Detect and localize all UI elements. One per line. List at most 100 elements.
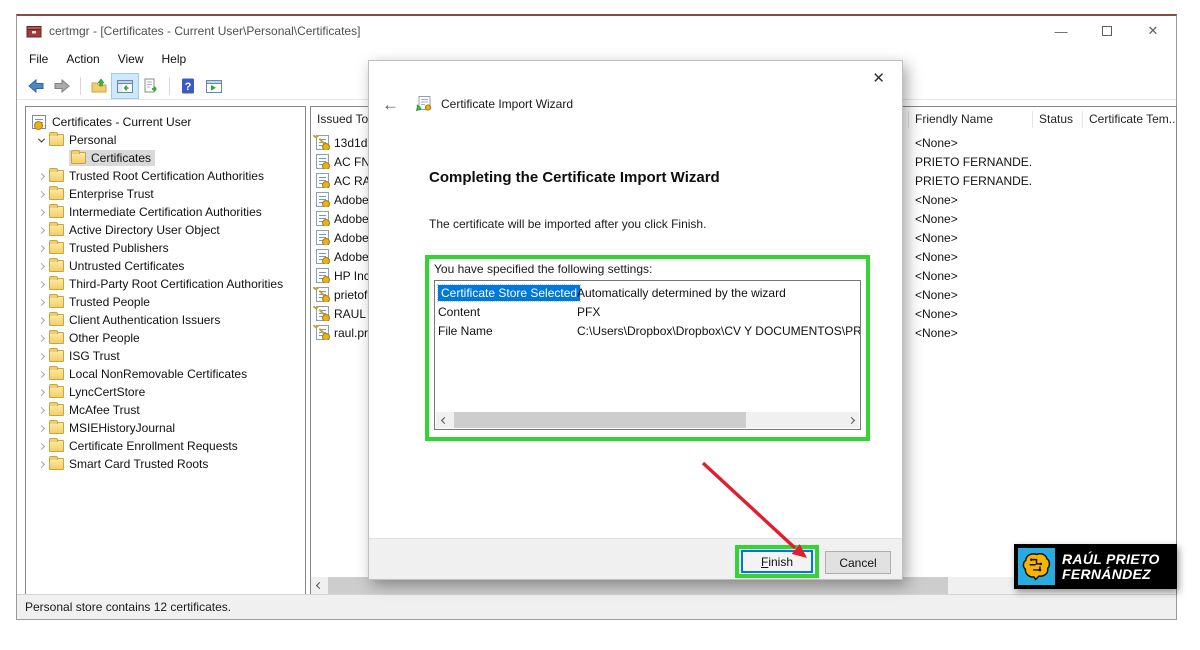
- tree-item-client-auth-issuers[interactable]: Client Authentication Issuers: [26, 311, 305, 329]
- chevron-collapsed-icon[interactable]: [33, 258, 49, 274]
- menu-action[interactable]: Action: [66, 48, 109, 70]
- finish-button[interactable]: Finish: [741, 550, 813, 573]
- certificate-icon: [316, 249, 329, 264]
- tree-item-third-party-root[interactable]: Third-Party Root Certification Authoriti…: [26, 275, 305, 293]
- export-list-icon[interactable]: [138, 74, 164, 98]
- chevron-collapsed-icon[interactable]: [33, 348, 49, 364]
- certificate-icon: [316, 192, 329, 207]
- show-console-tree-icon[interactable]: [112, 74, 138, 98]
- wizard-back-arrow-icon[interactable]: ←: [382, 96, 399, 113]
- maximize-button[interactable]: [1084, 16, 1130, 46]
- tree-item-other-people[interactable]: Other People: [26, 329, 305, 347]
- wizard-heading: Completing the Certificate Import Wizard: [429, 169, 720, 186]
- tree-item-msiehistoryjournal[interactable]: MSIEHistoryJournal: [26, 419, 305, 437]
- settings-horizontal-scrollbar[interactable]: [436, 412, 859, 428]
- chevron-collapsed-icon[interactable]: [33, 438, 49, 454]
- certificate-key-icon: [316, 325, 329, 340]
- dialog-close-icon[interactable]: ✕: [869, 68, 888, 89]
- settings-label: You have specified the following setting…: [434, 262, 652, 276]
- tree-item-certificates[interactable]: Certificates: [26, 149, 305, 167]
- chevron-collapsed-icon[interactable]: [33, 204, 49, 220]
- folder-icon: [49, 296, 64, 308]
- tree-item-personal[interactable]: Personal: [26, 131, 305, 149]
- column-header-certificate-template[interactable]: Certificate Tem...: [1083, 111, 1176, 128]
- folder-icon: [49, 368, 64, 380]
- tree-item-cert-enrollment-requests[interactable]: Certificate Enrollment Requests: [26, 437, 305, 455]
- settings-listbox[interactable]: Certificate Store Selected Automatically…: [434, 280, 861, 430]
- tree-item-trusted-people[interactable]: Trusted People: [26, 293, 305, 311]
- chevron-collapsed-icon[interactable]: [33, 186, 49, 202]
- setting-row-certificate-store[interactable]: Certificate Store Selected Automatically…: [435, 283, 860, 302]
- tree-item-intermediate[interactable]: Intermediate Certification Authorities: [26, 203, 305, 221]
- scroll-left-arrow-icon[interactable]: [436, 412, 452, 428]
- chevron-collapsed-icon[interactable]: [33, 366, 49, 382]
- status-text: Personal store contains 12 certificates.: [25, 600, 231, 614]
- scrollbar-thumb[interactable]: [454, 412, 746, 428]
- chevron-collapsed-icon[interactable]: [33, 276, 49, 292]
- console-tree-panel: Certificates - Current User Personal Cer…: [25, 106, 306, 595]
- chevron-collapsed-icon[interactable]: [33, 330, 49, 346]
- chevron-collapsed-icon[interactable]: [33, 240, 49, 256]
- menu-file[interactable]: File: [29, 48, 58, 70]
- status-bar: Personal store contains 12 certificates.: [17, 594, 1176, 619]
- annotation-green-box-settings: You have specified the following setting…: [425, 255, 870, 441]
- certificate-import-wizard-dialog: ✕ ← Certificate Import Wizard Completing…: [368, 60, 903, 580]
- back-arrow-icon[interactable]: [23, 74, 49, 98]
- chevron-expanded-icon[interactable]: [33, 132, 49, 148]
- svg-text:?: ?: [185, 81, 192, 93]
- forward-arrow-icon[interactable]: [49, 74, 75, 98]
- menu-view[interactable]: View: [118, 48, 154, 70]
- chevron-collapsed-icon[interactable]: [33, 384, 49, 400]
- folder-icon: [49, 134, 64, 146]
- window-title: certmgr - [Certificates - Current User\P…: [49, 24, 360, 38]
- chevron-collapsed-icon[interactable]: [33, 402, 49, 418]
- folder-up-icon[interactable]: [86, 74, 112, 98]
- folder-icon: [49, 386, 64, 398]
- column-header-status[interactable]: Status: [1033, 111, 1083, 128]
- chevron-collapsed-icon[interactable]: [33, 312, 49, 328]
- tree-item-local-nonremovable[interactable]: Local NonRemovable Certificates: [26, 365, 305, 383]
- chevron-collapsed-icon[interactable]: [33, 294, 49, 310]
- chevron-collapsed-icon[interactable]: [33, 420, 49, 436]
- screenshot-canvas: certmgr - [Certificates - Current User\P…: [0, 0, 1200, 650]
- certificate-icon: [316, 230, 329, 245]
- help-icon[interactable]: ?: [175, 74, 201, 98]
- folder-icon: [49, 224, 64, 236]
- tree-item-trusted-root[interactable]: Trusted Root Certification Authorities: [26, 167, 305, 185]
- tree-item-mcafee-trust[interactable]: McAfee Trust: [26, 401, 305, 419]
- scroll-right-arrow-icon[interactable]: [843, 412, 859, 428]
- folder-icon: [71, 152, 86, 164]
- tree-item-certificates-current-user[interactable]: Certificates - Current User: [26, 113, 305, 131]
- scroll-left-arrow-icon[interactable]: [311, 577, 328, 594]
- annotation-green-box-finish: Finish: [735, 545, 819, 578]
- cancel-button[interactable]: Cancel: [825, 551, 891, 574]
- selected-tree-item: Certificates: [69, 150, 155, 166]
- tree-item-lynccertstore[interactable]: LyncCertStore: [26, 383, 305, 401]
- column-header-friendly-name[interactable]: Friendly Name: [909, 111, 1033, 128]
- brain-circuit-icon: [1018, 548, 1055, 585]
- toolbar-separator: [169, 77, 170, 95]
- chevron-collapsed-icon[interactable]: [33, 168, 49, 184]
- setting-row-content[interactable]: Content PFX: [435, 302, 860, 321]
- tree-item-trusted-publishers[interactable]: Trusted Publishers: [26, 239, 305, 257]
- menu-help[interactable]: Help: [162, 48, 197, 70]
- close-button[interactable]: ✕: [1130, 16, 1176, 46]
- chevron-collapsed-icon[interactable]: [33, 222, 49, 238]
- folder-icon: [49, 350, 64, 362]
- title-bar: certmgr - [Certificates - Current User\P…: [17, 16, 1176, 46]
- tree-item-isg-trust[interactable]: ISG Trust: [26, 347, 305, 365]
- chevron-collapsed-icon[interactable]: [33, 456, 49, 472]
- wizard-info-text: The certificate will be imported after y…: [429, 217, 706, 231]
- tree-item-enterprise-trust[interactable]: Enterprise Trust: [26, 185, 305, 203]
- new-window-icon[interactable]: [201, 74, 227, 98]
- wizard-title: Certificate Import Wizard: [441, 97, 573, 111]
- tree-item-smart-card-trusted-roots[interactable]: Smart Card Trusted Roots: [26, 455, 305, 473]
- setting-row-file-name[interactable]: File Name C:\Users\Dropbox\Dropbox\CV Y …: [435, 321, 860, 340]
- folder-icon: [49, 242, 64, 254]
- certificate-icon: [316, 173, 329, 188]
- tree-item-active-directory[interactable]: Active Directory User Object: [26, 221, 305, 239]
- dialog-footer: Finish Cancel: [369, 538, 902, 579]
- certificates-snapin-icon: [32, 115, 46, 129]
- minimize-button[interactable]: —: [1038, 16, 1084, 46]
- tree-item-untrusted-certificates[interactable]: Untrusted Certificates: [26, 257, 305, 275]
